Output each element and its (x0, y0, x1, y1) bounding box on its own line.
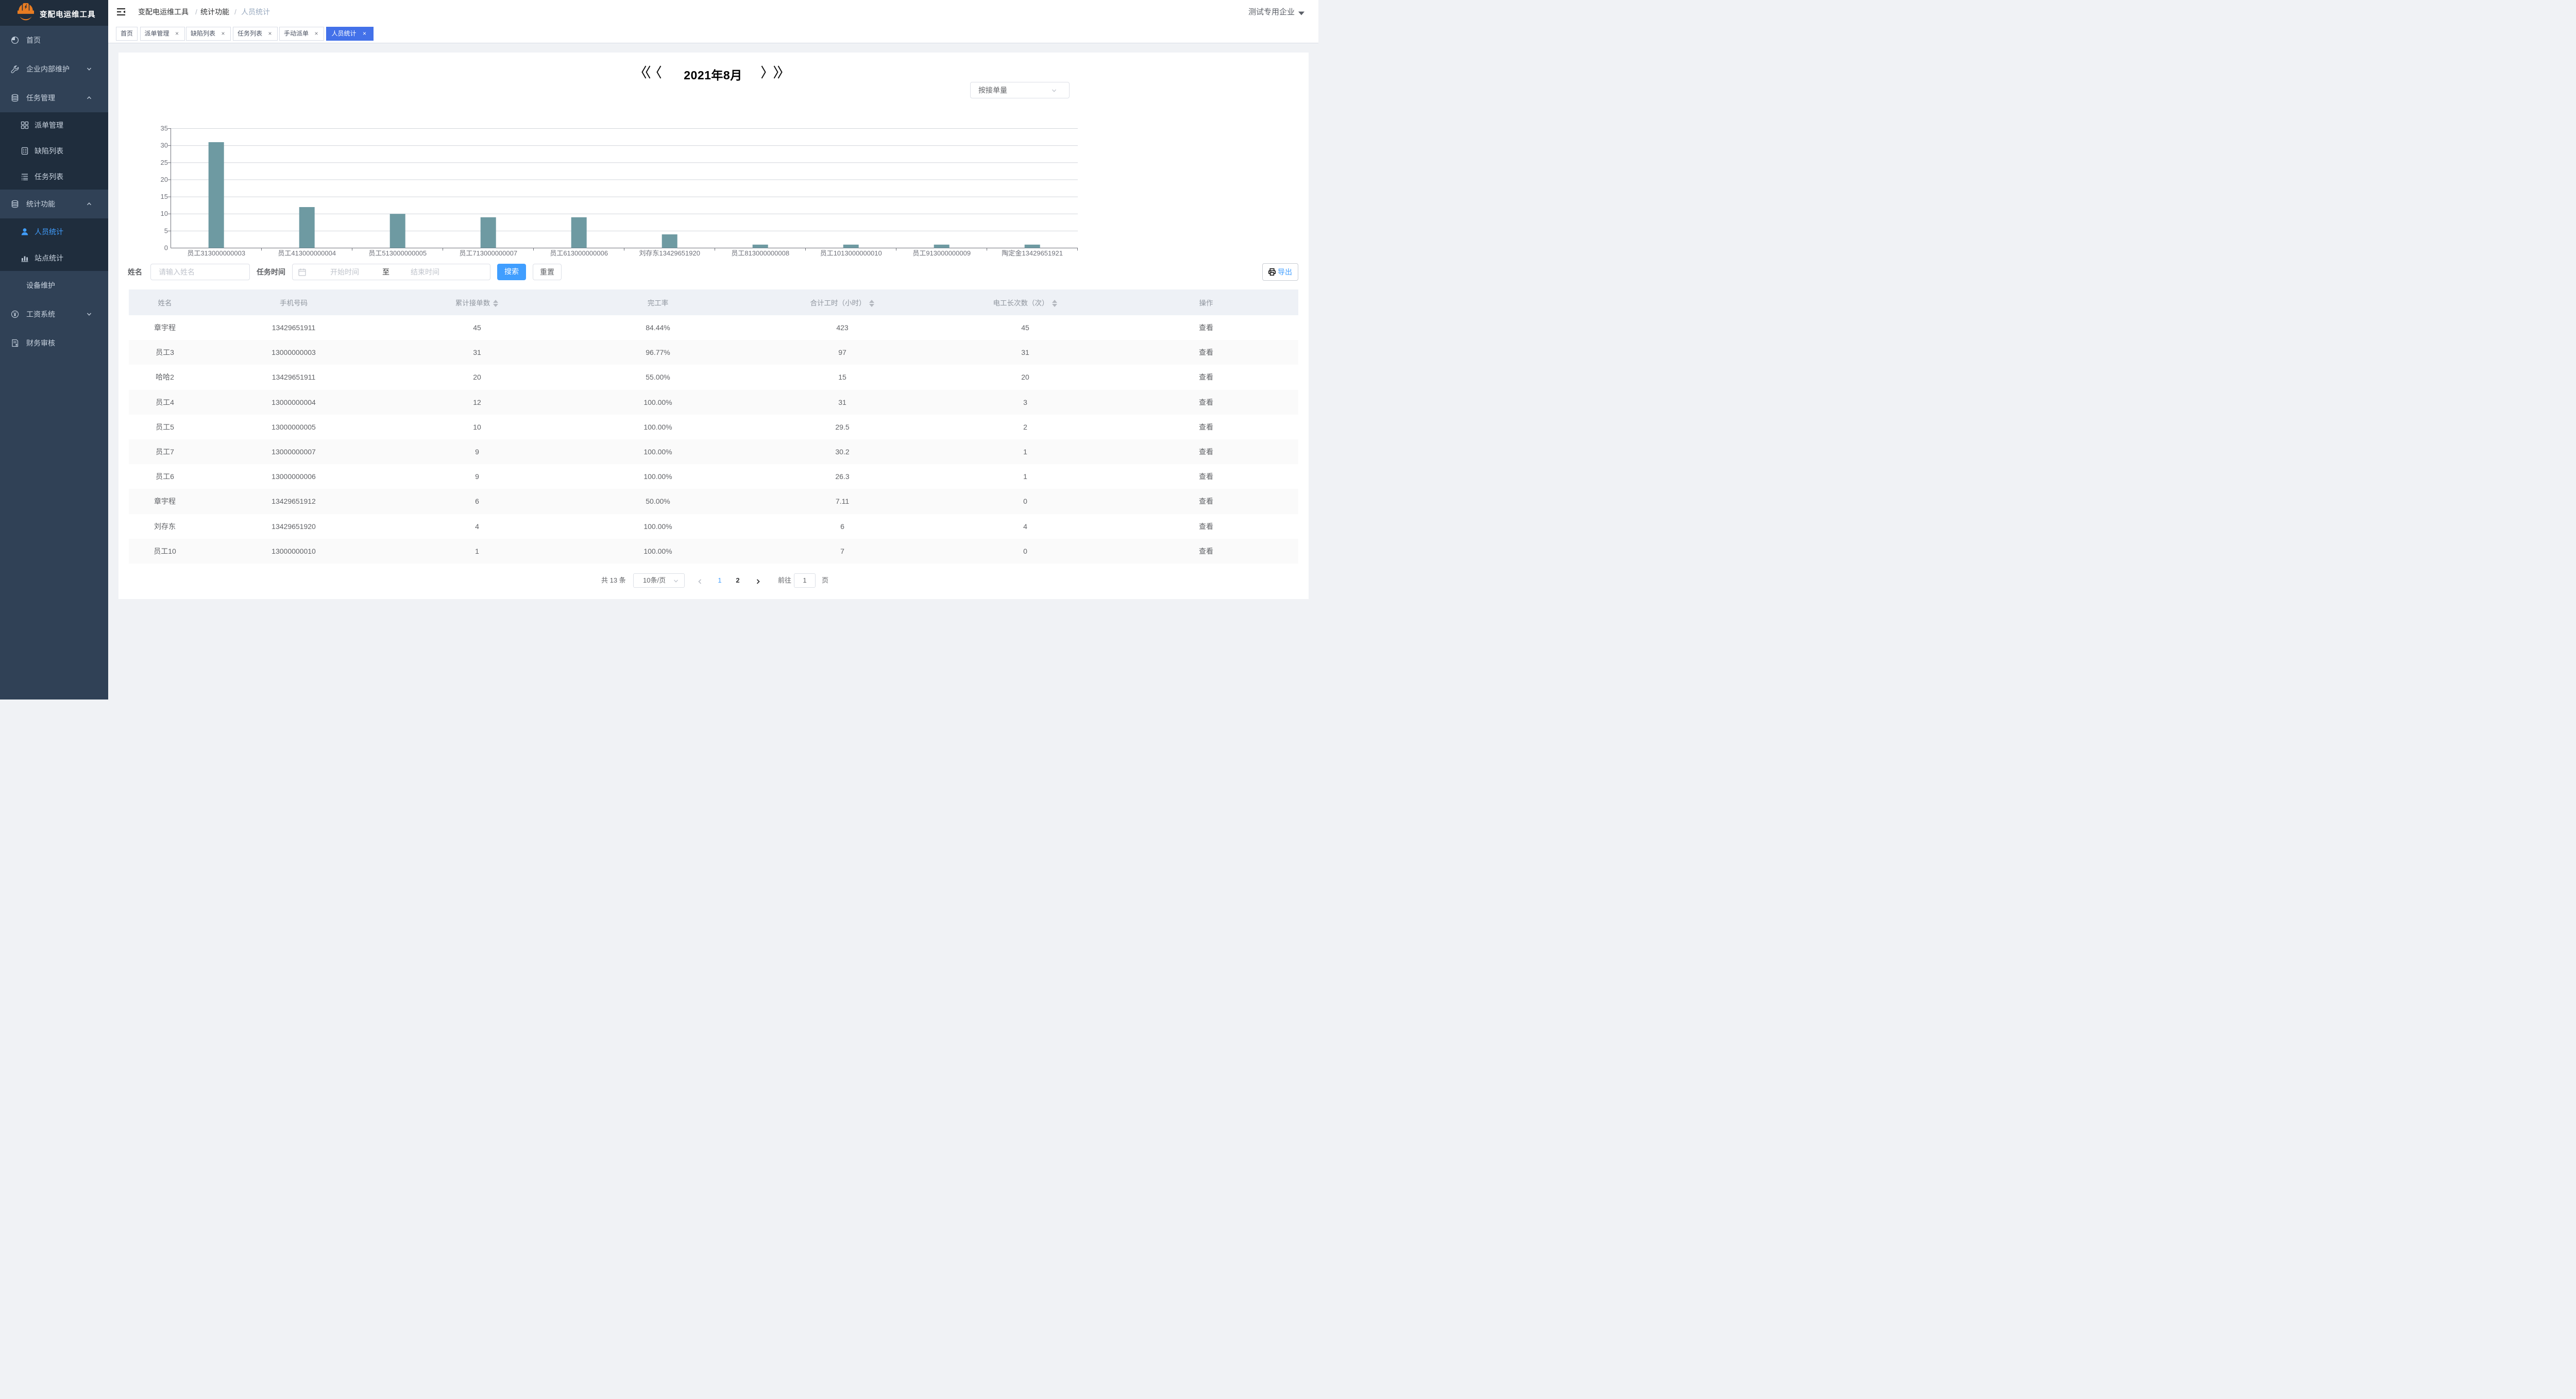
svg-text:员工913000000009: 员工913000000009 (912, 249, 971, 257)
svg-text:刘存东13429651920: 刘存东13429651920 (639, 249, 700, 257)
svg-text:0: 0 (164, 244, 168, 252)
svg-text:员工513000000005: 员工513000000005 (368, 249, 427, 257)
svg-text:员工813000000008: 员工813000000008 (731, 249, 789, 257)
svg-text:20: 20 (161, 176, 168, 183)
svg-text:员工613000000006: 员工613000000006 (550, 249, 608, 257)
svg-text:员工313000000003: 员工313000000003 (187, 249, 245, 257)
svg-text:员工1013000000010: 员工1013000000010 (820, 249, 882, 257)
svg-text:10: 10 (161, 210, 168, 217)
svg-text:15: 15 (161, 193, 168, 200)
svg-text:25: 25 (161, 159, 168, 166)
svg-text:30: 30 (161, 142, 168, 149)
svg-text:35: 35 (161, 125, 168, 132)
svg-text:陶定金13429651921: 陶定金13429651921 (1002, 249, 1063, 257)
svg-text:员工413000000004: 员工413000000004 (278, 249, 336, 257)
svg-text:员工713000000007: 员工713000000007 (459, 249, 517, 257)
svg-text:5: 5 (164, 227, 168, 234)
